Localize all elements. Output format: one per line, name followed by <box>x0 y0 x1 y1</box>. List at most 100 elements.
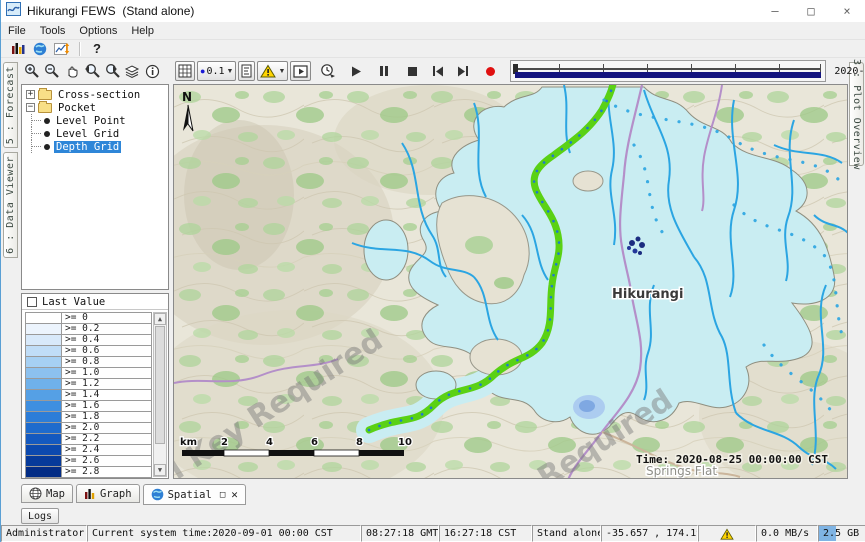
app-window: Hikurangi FEWS (Stand alone) – □ × File … <box>0 0 865 542</box>
timeline-slider[interactable] <box>510 60 826 82</box>
town-label: Hikurangi <box>612 287 683 302</box>
step-forward-button[interactable] <box>452 61 472 81</box>
svg-text:2: 2 <box>221 437 228 448</box>
explorer-icon-button[interactable] <box>7 40 29 57</box>
node-bullet-icon <box>44 118 50 124</box>
legend-scrollbar[interactable]: ▲ ▼ <box>153 312 167 477</box>
menu-options[interactable]: Options <box>72 25 124 37</box>
logs-row: Logs <box>19 507 848 525</box>
menu-help[interactable]: Help <box>124 25 161 37</box>
zoom-in-button[interactable] <box>22 61 42 81</box>
content-area: + Cross-section − Pocket Level P <box>19 84 848 479</box>
tab-spatial[interactable]: Spatial □ ✕ <box>143 484 246 505</box>
node-bullet-icon <box>44 144 50 150</box>
close-tab-icon[interactable]: ✕ <box>231 488 238 501</box>
legend-color-swatch <box>26 434 62 444</box>
tab-forecast[interactable]: 5 : Forecast <box>3 62 18 148</box>
step-back-button[interactable] <box>428 61 448 81</box>
record-icon <box>486 67 495 76</box>
timeline-data-bar <box>515 72 821 78</box>
globe-icon <box>151 488 164 501</box>
help-button[interactable]: ? <box>86 40 108 57</box>
stop-icon <box>408 67 417 76</box>
legend-color-swatch <box>26 357 62 367</box>
tree-item-depth-grid[interactable]: Depth Grid <box>22 140 168 153</box>
grid-display-button[interactable] <box>175 61 195 81</box>
pan-button[interactable] <box>62 61 82 81</box>
tree-item-cross-section[interactable]: + Cross-section <box>22 88 168 101</box>
maximize-button[interactable]: □ <box>793 0 829 22</box>
scroll-thumb[interactable] <box>155 326 165 444</box>
legend-color-swatch <box>26 456 62 466</box>
main-band: 5 : Forecast 6 : Data Viewer 3 : Plot Ov… <box>1 58 865 525</box>
stop-button[interactable] <box>402 61 422 81</box>
menu-bar: File Tools Options Help <box>1 22 865 40</box>
status-gmt-time: 08:27:18 GMT <box>361 525 439 542</box>
timer-button[interactable] <box>318 61 338 81</box>
tree-item-level-grid[interactable]: Level Grid <box>22 127 168 140</box>
scroll-up-icon[interactable]: ▲ <box>154 313 166 325</box>
node-bullet-icon <box>44 131 50 137</box>
chevron-down-icon: ▼ <box>227 68 234 75</box>
chevron-down-icon: ▼ <box>278 68 285 75</box>
folder-icon <box>38 90 52 100</box>
map-canvas[interactable]: API Key Required API Key Required Hikura… <box>174 85 848 478</box>
status-mode: Stand alone <box>532 525 601 542</box>
warning-icon <box>720 528 734 540</box>
timeseries-display-button[interactable] <box>51 40 73 57</box>
expand-icon[interactable]: + <box>26 90 35 99</box>
map-display-button[interactable] <box>29 40 51 57</box>
map-viewport[interactable]: API Key Required API Key Required Hikura… <box>173 84 848 479</box>
legend-table: >= 0 >= 0.2 >= 0.4 >= 0.6 >= 0.8 >= 1.0 … <box>25 312 152 478</box>
dot-icon: ● <box>200 66 205 76</box>
tree-item-pocket[interactable]: − Pocket <box>22 101 168 114</box>
play-button[interactable] <box>346 61 366 81</box>
status-warning[interactable] <box>698 525 756 542</box>
minimize-button[interactable]: – <box>757 0 793 22</box>
info-button[interactable] <box>142 61 162 81</box>
menu-file[interactable]: File <box>1 25 33 37</box>
tree-item-level-point[interactable]: Level Point <box>22 114 168 127</box>
zoom-out-button[interactable] <box>42 61 62 81</box>
bar-chart-icon <box>84 488 96 500</box>
step-forward-icon <box>466 66 468 76</box>
undock-icon[interactable]: □ <box>220 490 225 500</box>
warning-threshold-dropdown[interactable]: ▼ <box>257 61 288 81</box>
close-button[interactable]: × <box>829 0 865 22</box>
logs-button[interactable]: Logs <box>21 508 59 524</box>
legend-color-swatch <box>26 423 62 433</box>
zoom-previous-button[interactable] <box>82 61 102 81</box>
status-memory: 2.5 GB <box>818 525 865 542</box>
legend-color-swatch <box>26 412 62 422</box>
record-button[interactable] <box>480 61 500 81</box>
timeline-date: 2020-08-25 00:00:00 CST <box>834 66 865 77</box>
legend-color-swatch <box>26 335 62 345</box>
scale-legend-button[interactable] <box>238 61 255 81</box>
status-network-rate: 0.0 MB/s <box>756 525 818 542</box>
menu-tools[interactable]: Tools <box>33 25 73 37</box>
classbreaks-dropdown[interactable]: ● 0.1 ▼ <box>197 61 236 81</box>
wire-globe-icon <box>29 487 42 500</box>
zoom-next-button[interactable] <box>102 61 122 81</box>
svg-text:N: N <box>182 90 192 104</box>
app-icon <box>6 2 21 21</box>
tab-map[interactable]: Map <box>21 484 73 503</box>
map-time-label: Time: 2020-08-25 00:00:00 CST <box>636 453 828 466</box>
last-value-checkbox[interactable] <box>27 297 37 307</box>
collapse-icon[interactable]: − <box>26 103 35 112</box>
last-value-label: Last Value <box>42 296 105 308</box>
toolbar-separator <box>79 42 80 56</box>
pause-button[interactable] <box>374 61 394 81</box>
layers-button[interactable] <box>122 61 142 81</box>
tab-plot-overview[interactable]: 3 : Plot Overview <box>849 62 864 166</box>
tree-connector <box>31 140 43 153</box>
svg-text:6: 6 <box>311 437 318 448</box>
animation-dialog-button[interactable] <box>290 61 311 81</box>
scroll-down-icon[interactable]: ▼ <box>154 464 166 476</box>
tab-data-viewer[interactable]: 6 : Data Viewer <box>3 152 18 258</box>
tab-graph[interactable]: Graph <box>76 484 140 503</box>
tree-connector <box>31 114 43 127</box>
svg-text:8: 8 <box>356 437 363 448</box>
legend-color-swatch <box>26 401 62 411</box>
legend-color-swatch <box>26 390 62 400</box>
